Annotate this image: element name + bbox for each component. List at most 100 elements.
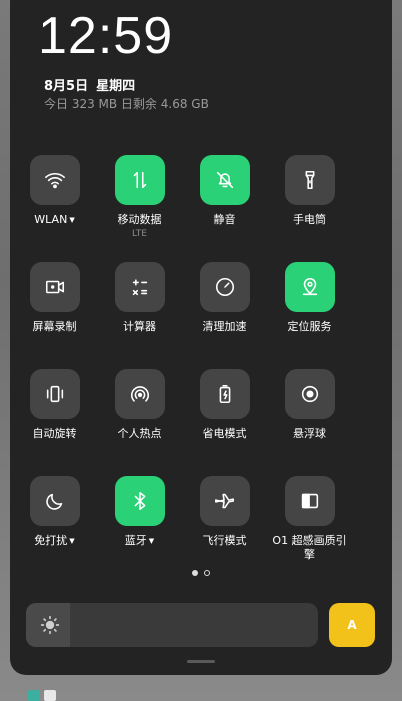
tile-label: 定位服务 xyxy=(288,320,332,334)
tile-label: 免打扰 ▼ xyxy=(34,534,74,548)
tile-battery-saver[interactable]: 省电模式 xyxy=(182,369,267,476)
tile-label-text: 屏幕录制 xyxy=(32,320,77,333)
flashlight-icon xyxy=(305,170,314,190)
tile-button[interactable] xyxy=(114,369,165,419)
tile-button[interactable] xyxy=(199,476,250,526)
tile-label: 计算器 xyxy=(123,320,156,334)
tile-location[interactable]: 定位服务 xyxy=(267,262,352,369)
tile-label: 悬浮球 xyxy=(293,427,326,441)
location-icon xyxy=(302,277,317,296)
date-row: 8月5日 星期四 xyxy=(44,75,135,94)
tile-label: 手电筒 xyxy=(293,213,326,227)
tile-mute-bell[interactable]: 静音 xyxy=(182,155,267,262)
weekday: 星期四 xyxy=(96,79,136,94)
tile-button[interactable] xyxy=(114,155,165,205)
tile-calculator[interactable]: 计算器 xyxy=(97,262,182,369)
tile-screen-record[interactable]: 屏幕录制 xyxy=(12,262,97,369)
tile-label-text: 悬浮球 xyxy=(293,427,326,440)
tile-display-quality[interactable]: O1 超感画质引擎 xyxy=(267,476,352,583)
tile-label: 清理加速 xyxy=(203,320,247,334)
tile-label: WLAN ▼ xyxy=(34,213,74,227)
tile-label: 移动数据 xyxy=(118,213,162,227)
tile-label-text: 清理加速 xyxy=(202,320,247,333)
tile-airplane[interactable]: 飞行模式 xyxy=(182,476,267,583)
tile-mobile-data[interactable]: 移动数据 LTE xyxy=(97,155,182,262)
tile-label-text: 省电模式 xyxy=(202,427,247,440)
tile-label: 静音 xyxy=(214,213,236,227)
tile-label-text: 定位服务 xyxy=(287,320,332,333)
tile-button[interactable] xyxy=(29,369,80,419)
tile-label-text: 移动数据 xyxy=(117,213,162,226)
tile-speed-gauge[interactable]: 清理加速 xyxy=(182,262,267,369)
page-indicator xyxy=(0,570,402,576)
screen-record-icon xyxy=(45,280,64,294)
tile-button[interactable] xyxy=(29,262,80,312)
app-icon xyxy=(28,690,40,701)
brightness-slider[interactable] xyxy=(26,603,318,647)
tile-button[interactable] xyxy=(199,155,250,205)
tile-label: 屏幕录制 xyxy=(33,320,77,334)
hotspot-icon xyxy=(130,386,149,402)
tile-button[interactable] xyxy=(114,476,165,526)
caret-down-icon[interactable]: ▼ xyxy=(69,537,74,545)
tile-button[interactable] xyxy=(284,476,335,526)
tile-label-text: O1 超感画质引擎 xyxy=(272,534,347,561)
speed-gauge-icon xyxy=(215,277,234,297)
tile-label: 蓝牙 ▼ xyxy=(125,534,154,548)
bluetooth-icon xyxy=(134,491,145,511)
tile-button[interactable] xyxy=(29,155,80,205)
airplane-icon xyxy=(214,493,234,509)
caret-down-icon[interactable]: ▼ xyxy=(69,216,74,224)
tile-label-text: WLAN xyxy=(34,213,68,226)
tile-sublabel: LTE xyxy=(132,229,147,239)
tile-label: 自动旋转 xyxy=(33,427,77,441)
date: 8月5日 xyxy=(44,79,89,94)
tile-label-text: 计算器 xyxy=(123,320,156,333)
tile-hotspot[interactable]: 个人热点 xyxy=(97,369,182,476)
tile-button[interactable] xyxy=(284,262,335,312)
tile-button[interactable] xyxy=(284,369,335,419)
background-app-icons xyxy=(28,690,56,701)
wifi-icon xyxy=(44,173,65,189)
data-usage[interactable]: 今日 323 MB 日剩余 4.68 GB xyxy=(44,95,209,112)
tile-button[interactable] xyxy=(199,262,250,312)
tile-button[interactable] xyxy=(199,369,250,419)
tile-flashlight[interactable]: 手电筒 xyxy=(267,155,352,262)
tile-label-text: 免打扰 xyxy=(34,534,68,547)
mute-bell-icon xyxy=(216,171,233,189)
page-dot-inactive xyxy=(204,570,210,576)
tile-label: O1 超感画质引擎 xyxy=(270,534,350,562)
auto-brightness-button[interactable]: A xyxy=(329,603,375,647)
calculator-icon xyxy=(132,279,147,296)
page-dot-active xyxy=(192,570,198,576)
tile-floating-ball[interactable]: 悬浮球 xyxy=(267,369,352,476)
moon-icon xyxy=(45,493,62,510)
sun-icon xyxy=(40,615,60,635)
tile-bluetooth[interactable]: 蓝牙 ▼ xyxy=(97,476,182,583)
floating-ball-icon xyxy=(301,385,318,403)
tile-auto-rotate[interactable]: 自动旋转 xyxy=(12,369,97,476)
tile-button[interactable] xyxy=(29,476,80,526)
tile-wifi[interactable]: WLAN ▼ xyxy=(12,155,97,262)
clock-time: 12:59 xyxy=(38,7,174,65)
auto-rotate-icon xyxy=(46,385,63,403)
quick-settings-grid: WLAN ▼ 移动数据 LTE 静音 手电筒 屏幕录制 计算器 清理加速 定位服务 自动旋转 个人热点… xyxy=(12,155,372,583)
app-icon xyxy=(44,690,56,701)
drag-handle[interactable] xyxy=(187,660,215,663)
tile-button[interactable] xyxy=(114,262,165,312)
battery-saver-icon xyxy=(219,384,230,404)
mobile-data-icon xyxy=(133,171,146,189)
tile-label-text: 自动旋转 xyxy=(32,427,77,440)
tile-label: 省电模式 xyxy=(203,427,247,441)
tile-label-text: 手电筒 xyxy=(293,213,326,226)
tile-label-text: 静音 xyxy=(213,213,236,226)
caret-down-icon[interactable]: ▼ xyxy=(149,537,154,545)
tile-label: 个人热点 xyxy=(118,427,162,441)
tile-button[interactable] xyxy=(284,155,335,205)
tile-label: 飞行模式 xyxy=(203,534,247,548)
tile-moon[interactable]: 免打扰 ▼ xyxy=(12,476,97,583)
tile-label-text: 蓝牙 xyxy=(124,534,147,547)
display-quality-icon xyxy=(301,493,318,509)
tile-label-text: 个人热点 xyxy=(117,427,162,440)
tile-label-text: 飞行模式 xyxy=(202,534,247,547)
